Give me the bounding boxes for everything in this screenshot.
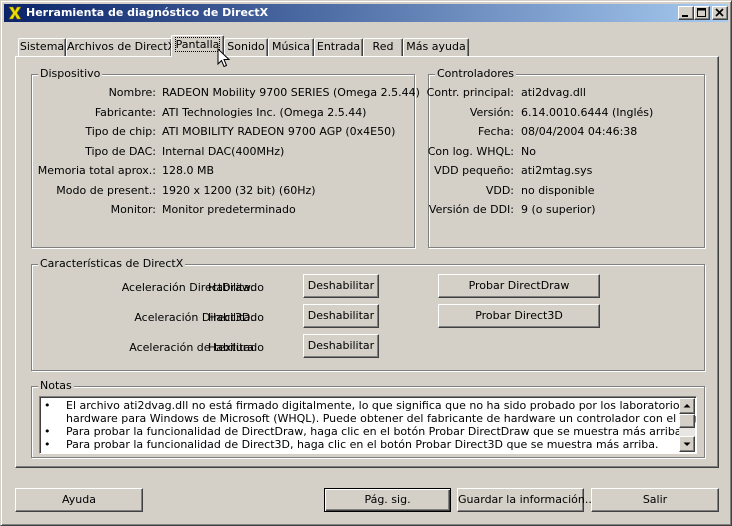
tab-archivos-directx[interactable]: Archivos de DirectX xyxy=(66,38,176,56)
title-bar[interactable]: Herramienta de diagnóstico de DirectX xyxy=(4,4,728,22)
device-value: RADEON Mobility 9700 SERIES (Omega 2.5.4… xyxy=(162,86,420,99)
directx-x-icon xyxy=(7,5,23,21)
scroll-thumb[interactable] xyxy=(679,414,695,428)
tab-label: Entrada xyxy=(316,40,361,53)
tab-label: Más ayuda xyxy=(406,40,466,53)
exit-button[interactable]: Salir xyxy=(591,488,719,512)
driver-label: Versión de DDI: xyxy=(428,203,514,216)
driver-label: VDD: xyxy=(485,184,514,197)
device-value: Monitor predeterminado xyxy=(162,203,296,216)
note-text: Para probar la funcionalidad de DirectDr… xyxy=(66,425,686,438)
close-icon xyxy=(715,8,724,17)
button-label: Deshabilitar xyxy=(307,279,375,292)
scroll-up-button[interactable] xyxy=(679,398,695,414)
tab-label: Pantalla xyxy=(174,37,221,52)
button-label: Probar Direct3D xyxy=(475,309,563,322)
button-label: Ayuda xyxy=(62,493,96,506)
tab-red[interactable]: Red xyxy=(363,38,403,56)
save-information-button[interactable]: Guardar la información... xyxy=(457,488,595,512)
button-label: Salir xyxy=(642,493,668,506)
mouse-pointer-icon xyxy=(217,48,231,68)
test-directdraw-button[interactable]: Probar DirectDraw xyxy=(438,274,600,298)
feature-status: Habilitado xyxy=(208,311,264,324)
notes-list[interactable]: • El archivo ati2dvag.dll no está firmad… xyxy=(39,396,697,454)
disable-direct3d-button[interactable]: Deshabilitar xyxy=(303,304,379,328)
tab-label: Archivos de DirectX xyxy=(67,40,176,53)
button-label: Guardar la información... xyxy=(458,493,596,506)
directx-features-group: Características de DirectX Aceleración D… xyxy=(31,257,705,371)
button-label: Deshabilitar xyxy=(307,309,375,322)
minimize-icon xyxy=(682,15,688,17)
device-label: Tipo de DAC: xyxy=(85,145,156,158)
arrow-up-icon xyxy=(683,404,691,408)
driver-label: Con log. WHQL: xyxy=(427,145,514,158)
scroll-down-button[interactable] xyxy=(679,436,695,452)
button-label: Deshabilitar xyxy=(307,339,375,352)
close-button[interactable] xyxy=(712,6,728,20)
maximize-icon xyxy=(697,8,706,17)
bullet: • xyxy=(44,438,51,451)
minimize-button[interactable] xyxy=(678,6,694,20)
device-group: Dispositivo Nombre: RADEON Mobility 9700… xyxy=(31,67,420,248)
tab-label: Sonido xyxy=(227,40,265,53)
driver-value: ati2mtag.sys xyxy=(521,164,593,177)
features-group-title: Características de DirectX xyxy=(38,257,186,270)
driver-label: Contr. principal: xyxy=(426,86,514,99)
bullet: • xyxy=(44,399,51,412)
device-label: Nombre: xyxy=(108,86,156,99)
button-label: Pág. sig. xyxy=(364,493,411,506)
device-value: 128.0 MB xyxy=(162,164,215,177)
device-label: Fabricante: xyxy=(94,106,156,119)
arrow-down-icon xyxy=(683,442,691,446)
note-text: El archivo ati2dvag.dll no está firmado … xyxy=(66,399,697,412)
button-label: Probar DirectDraw xyxy=(468,279,570,292)
driver-label: VDD pequeño: xyxy=(434,164,514,177)
help-button[interactable]: Ayuda xyxy=(15,488,143,512)
driver-value: ati2dvag.dll xyxy=(521,86,586,99)
feature-status: Habilitado xyxy=(208,341,264,354)
dxdiag-window: Herramienta de diagnóstico de DirectX Si… xyxy=(0,0,732,526)
drivers-group-title: Controladores xyxy=(435,67,516,80)
notes-scrollbar[interactable] xyxy=(679,398,695,452)
tab-sistema[interactable]: Sistema xyxy=(18,38,66,56)
device-value: 1920 x 1200 (32 bit) (60Hz) xyxy=(162,184,316,197)
notes-group-title: Notas xyxy=(38,379,74,392)
driver-label: Fecha: xyxy=(478,125,514,138)
note-text: Para probar la funcionalidad de Direct3D… xyxy=(66,438,659,451)
tab-label: Sistema xyxy=(19,40,65,53)
device-label: Monitor: xyxy=(110,203,156,216)
device-label: Modo de present.: xyxy=(56,184,156,197)
driver-label: Versión: xyxy=(469,106,514,119)
driver-value: No xyxy=(521,145,536,158)
device-value: ATI Technologies Inc. (Omega 2.5.44) xyxy=(162,106,367,119)
driver-value: 6.14.0010.6444 (Inglés) xyxy=(521,106,654,119)
test-direct3d-button[interactable]: Probar Direct3D xyxy=(438,304,600,328)
driver-value: 9 (o superior) xyxy=(521,203,596,216)
tab-label: Red xyxy=(372,40,394,53)
next-page-button[interactable]: Pág. sig. xyxy=(324,488,451,512)
tab-label: Música xyxy=(271,40,311,53)
device-label: Tipo de chip: xyxy=(85,125,156,138)
maximize-button[interactable] xyxy=(694,6,710,20)
window-title: Herramienta de diagnóstico de DirectX xyxy=(26,6,269,19)
bullet: • xyxy=(44,425,51,438)
tab-mas-ayuda[interactable]: Más ayuda xyxy=(403,38,469,56)
device-label: Memoria total aprox.: xyxy=(37,164,156,177)
device-group-title: Dispositivo xyxy=(38,67,103,80)
disable-directdraw-button[interactable]: Deshabilitar xyxy=(303,274,379,298)
driver-value: 08/04/2004 04:46:38 xyxy=(521,125,638,138)
disable-texture-button[interactable]: Deshabilitar xyxy=(303,334,379,358)
driver-value: no disponible xyxy=(521,184,595,197)
tab-entrada[interactable]: Entrada xyxy=(314,38,363,56)
device-value: ATI MOBILITY RADEON 9700 AGP (0x4E50) xyxy=(162,125,396,138)
drivers-group: Controladores Contr. principal: ati2dvag… xyxy=(426,67,705,248)
device-value: Internal DAC(400MHz) xyxy=(162,145,285,158)
note-text: hardware para Windows de Microsoft (WHQL… xyxy=(66,412,697,425)
tab-musica[interactable]: Música xyxy=(268,38,314,56)
feature-status: Habilitado xyxy=(208,281,264,294)
